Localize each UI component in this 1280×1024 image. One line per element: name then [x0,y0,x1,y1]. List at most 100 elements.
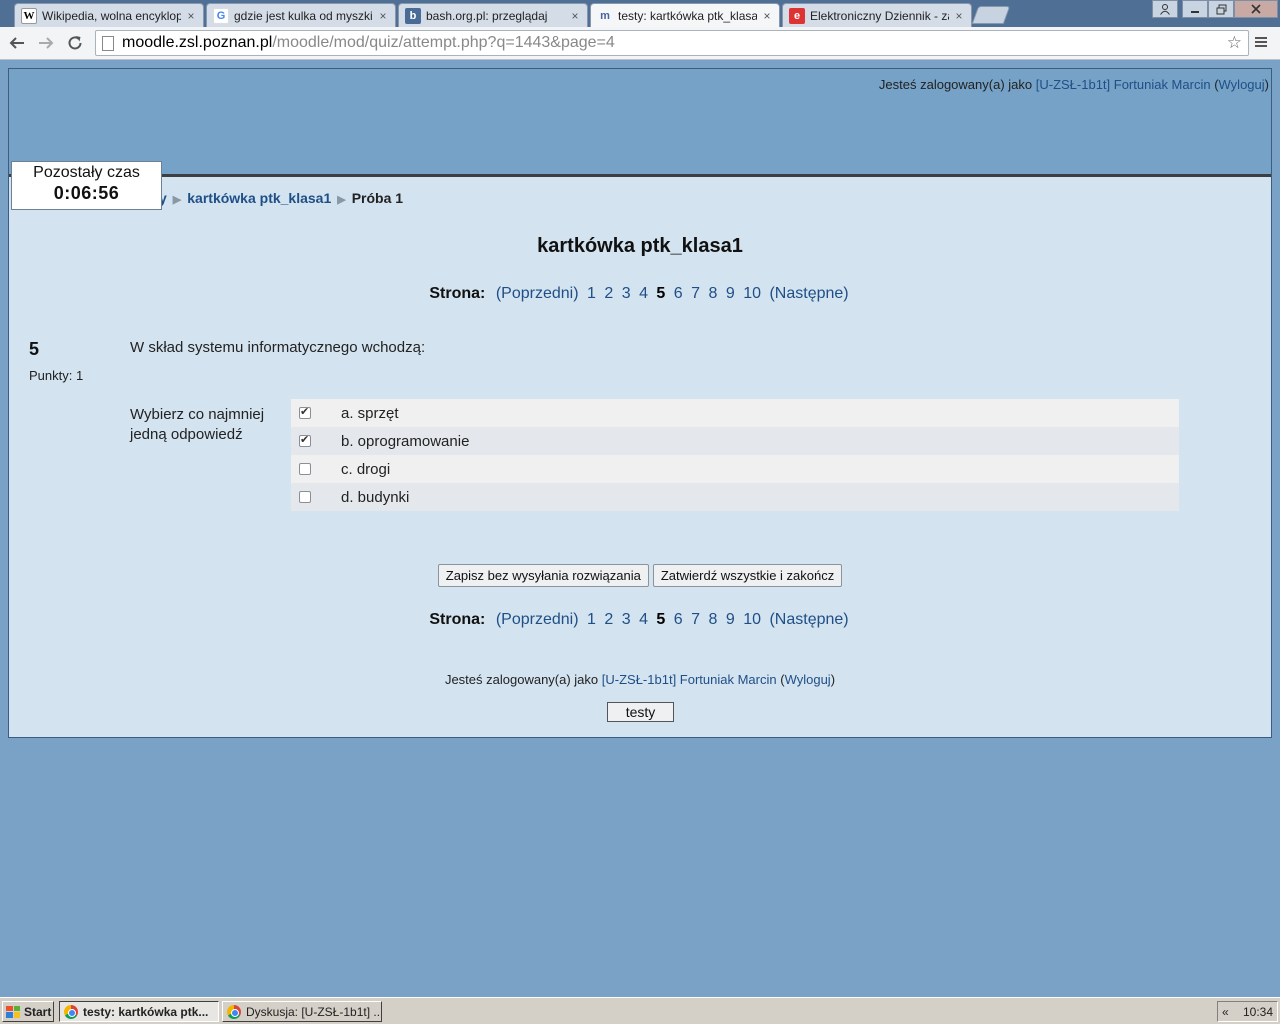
pager-page-3[interactable]: 3 [622,285,631,302]
back-arrow-icon[interactable] [5,31,29,55]
submit-all-button[interactable]: Zatwierdź wszystkie i zakończ [652,564,843,587]
footer-user-profile-link[interactable]: [U-ZSŁ-1b1t] Fortuniak Marcin [602,672,777,687]
pager-page-10[interactable]: 10 [743,611,761,628]
close-window-icon[interactable] [1234,0,1278,18]
system-tray: « 10:34 [1217,1001,1278,1022]
pager-page-1[interactable]: 1 [587,611,596,628]
page-navigation-bottom: Strona: (Poprzedni) 1 2 3 4 5 6 7 8 9 10… [9,611,1271,629]
tray-expand-icon[interactable]: « [1222,1005,1229,1019]
pager-page-4[interactable]: 4 [639,611,648,628]
answer-checkbox-d[interactable] [299,491,311,503]
profile-icon[interactable] [1152,0,1178,18]
pager-prev-link[interactable]: (Poprzedni) [496,285,579,302]
pager-page-3[interactable]: 3 [622,611,631,628]
address-bar[interactable]: moodle.zsl.poznan.pl/moodle/mod/quiz/att… [95,30,1249,56]
forward-arrow-icon[interactable] [34,31,58,55]
minimize-icon[interactable] [1182,0,1208,18]
question-points: Punkty: 1 [29,368,84,383]
pager-current-page: 5 [656,611,666,628]
start-label: Start [24,1004,52,1019]
pager-next-link[interactable]: (Następne) [769,285,848,302]
pager-page-9[interactable]: 9 [726,611,735,628]
taskbar-item-label: testy: kartkówka ptk... [83,1004,209,1019]
question-text: W skład systemu informatycznego wchodzą: [130,339,426,356]
taskbar-item-label: Dyskusja: [U-ZSŁ-1b1t] ... [246,1004,382,1019]
chrome-icon [64,1004,78,1019]
tab-close-icon[interactable]: × [185,9,197,23]
dziennik-favicon-icon: e [789,7,805,24]
answer-list: a. sprzęt b. oprogramowanie c. drogi d. … [291,399,1179,511]
google-favicon-icon: G [213,7,229,24]
pager-page-7[interactable]: 7 [691,611,700,628]
pager-page-2[interactable]: 2 [604,611,613,628]
url-path: /moodle/mod/quiz/attempt.php?q=1443&page… [272,34,615,51]
answer-checkbox-a[interactable] [299,405,311,419]
pager-page-10[interactable]: 10 [743,285,761,302]
question-prompt: Wybierz co najmniej jedną odpowiedź [130,406,265,443]
tab-close-icon[interactable]: × [569,9,581,23]
pager-page-7[interactable]: 7 [691,285,700,302]
pager-next-link[interactable]: (Następne) [769,611,848,628]
url-host: moodle.zsl.poznan.pl [122,34,273,51]
breadcrumb-quiz-link[interactable]: kartkówka ptk_klasa1 [187,190,331,206]
tab-close-icon[interactable]: × [377,9,389,23]
tab-close-icon[interactable]: × [953,9,965,23]
answer-option-b[interactable]: b. oprogramowanie [291,427,1179,455]
page-navigation-top: Strona: (Poprzedni) 1 2 3 4 5 6 7 8 9 10… [9,285,1271,303]
answer-label: c. drogi [341,460,391,478]
tray-clock: 10:34 [1242,1004,1273,1019]
windows-logo-icon [6,1005,20,1018]
taskbar-item-moodle[interactable]: testy: kartkówka ptk... [59,1001,219,1022]
browser-tab-dziennik[interactable]: e Elektroniczny Dziennik - zastę × [782,3,972,27]
save-without-submit-button[interactable]: Zapisz bez wysyłania rozwiązania [437,564,649,587]
pager-page-6[interactable]: 6 [674,611,683,628]
answer-label: b. oprogramowanie [341,432,470,450]
pager-page-4[interactable]: 4 [639,285,648,302]
new-tab-button[interactable] [971,6,1011,24]
taskbar-item-discussion[interactable]: Dyskusja: [U-ZSŁ-1b1t] ... [222,1001,382,1022]
pager-page-9[interactable]: 9 [726,285,735,302]
tab-title: bash.org.pl: przeglądaj [426,8,548,23]
bookmark-star-icon[interactable]: ☆ [1227,33,1242,53]
tab-close-icon[interactable]: × [761,9,773,23]
footer-login-info: Jesteś zalogowany(a) jako [U-ZSŁ-1b1t] F… [444,672,836,687]
tab-title: gdzie jest kulka od myszki - S [234,8,373,23]
pager-current-page: 5 [656,285,666,302]
pager-page-8[interactable]: 8 [709,285,718,302]
reload-icon[interactable] [63,31,87,55]
browser-tab-moodle[interactable]: m testy: kartkówka ptk_klasa1 × [590,3,780,27]
page-icon [102,35,114,51]
tab-title: testy: kartkówka ptk_klasa1 [618,8,757,23]
user-profile-link[interactable]: [U-ZSŁ-1b1t] Fortuniak Marcin [1036,77,1211,92]
browser-tab-bash[interactable]: b bash.org.pl: przeglądaj × [398,3,588,27]
quiz-action-buttons: Zapisz bez wysyłania rozwiązania Zatwier… [9,564,1271,587]
course-home-button[interactable]: testy [607,702,674,722]
browser-tab-wikipedia[interactable]: W Wikipedia, wolna encykloped × [14,3,204,27]
breadcrumb-current: Próba 1 [351,190,404,206]
breadcrumb: y ▶ kartkówka ptk_klasa1 ▶ Próba 1 [159,190,403,206]
answer-checkbox-b[interactable] [299,433,311,447]
answer-checkbox-c[interactable] [299,463,311,475]
pager-page-8[interactable]: 8 [709,611,718,628]
answer-option-c[interactable]: c. drogi [291,455,1179,483]
moodle-page: Jesteś zalogowany(a) jako [U-ZSŁ-1b1t] F… [8,68,1272,738]
question-number: 5 [29,339,40,359]
pager-page-2[interactable]: 2 [604,285,613,302]
pager-page-1[interactable]: 1 [587,285,596,302]
pager-page-6[interactable]: 6 [674,285,683,302]
restore-icon[interactable] [1208,0,1234,18]
logout-link[interactable]: Wyloguj [1219,77,1265,92]
answer-option-a[interactable]: a. sprzęt [291,399,1179,427]
quiz-timer: Pozostały czas 0:06:56 [11,161,162,210]
page-title: kartkówka ptk_klasa1 [537,235,743,257]
tab-title: Wikipedia, wolna encykloped [42,8,181,23]
footer-logout-link[interactable]: Wyloguj [785,672,831,687]
pager-prev-link[interactable]: (Poprzedni) [496,611,579,628]
pager-label: Strona: [429,611,486,628]
start-button[interactable]: Start [2,1001,54,1022]
browser-tab-google[interactable]: G gdzie jest kulka od myszki - S × [206,3,396,27]
menu-icon[interactable] [1254,33,1268,54]
answer-option-d[interactable]: d. budynki [291,483,1179,511]
chrome-icon [227,1004,241,1019]
moodle-favicon-icon: m [600,9,610,22]
